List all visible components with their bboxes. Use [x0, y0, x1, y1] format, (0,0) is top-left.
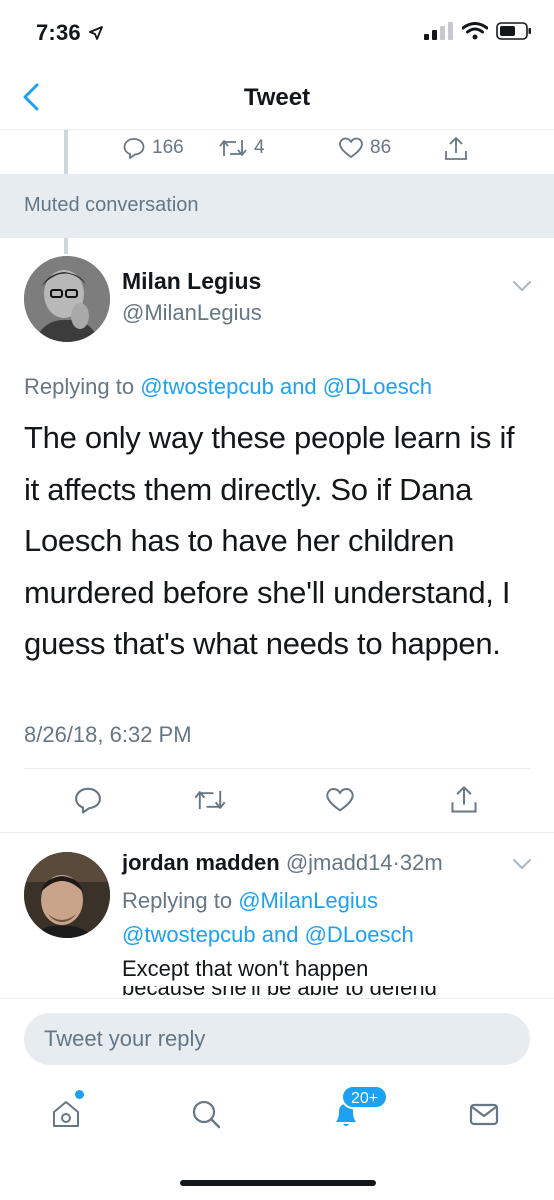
mention-link[interactable]: @twostepcub [140, 374, 274, 399]
divider [0, 832, 554, 833]
retweet-icon [194, 790, 226, 810]
status-bar: 7:36 [0, 0, 554, 64]
share-icon [451, 786, 477, 813]
reply-button[interactable] [70, 782, 106, 818]
wifi-icon [462, 22, 488, 40]
reply-icon [75, 787, 101, 814]
envelope-icon [469, 1103, 499, 1126]
author-name[interactable]: Milan Legius [122, 268, 261, 295]
mention-link[interactable]: @MilanLegius [238, 888, 378, 913]
mention-link[interactable]: @twostepcub [122, 922, 256, 947]
new-content-dot [75, 1090, 84, 1099]
tab-home[interactable] [44, 1092, 88, 1136]
thread-line-middle [64, 238, 68, 254]
search-icon [192, 1100, 221, 1129]
reply-author-avatar[interactable] [24, 852, 110, 938]
parent-tweet-actions: 166 4 86 [0, 130, 554, 174]
status-time: 7:36 [36, 20, 104, 46]
tweet-text: The only way these people learn is if it… [24, 420, 515, 661]
avatar-image [24, 852, 110, 938]
retweet-icon [219, 140, 247, 156]
heart-icon [326, 788, 354, 812]
avatar-image [24, 256, 110, 342]
chevron-down-icon[interactable] [510, 274, 534, 298]
retweet-button[interactable] [192, 782, 228, 818]
share-button[interactable] [446, 782, 482, 818]
home-icon [53, 1101, 79, 1127]
parent-reply-count[interactable]: 166 [122, 136, 184, 160]
notifications-badge: 20+ [341, 1085, 389, 1109]
author-avatar[interactable] [24, 256, 110, 342]
mention-link[interactable]: @DLoesch [305, 922, 414, 947]
navigation-bar: Tweet [0, 64, 554, 130]
reply-author-name[interactable]: jordan madden [122, 850, 280, 875]
reply-input[interactable] [24, 1013, 530, 1065]
reply-replying-to-line: Replying to @MilanLegius @twostepcub and… [122, 888, 414, 947]
parent-like-count[interactable]: 86 [338, 136, 391, 160]
page-title: Tweet [243, 84, 311, 111]
compose-area [0, 998, 554, 1070]
tweet-timestamp: 8/26/18, 6:32 PM [24, 722, 192, 747]
divider [24, 768, 530, 769]
cellular-signal-icon [424, 22, 453, 40]
reply-time: 32m [399, 850, 443, 875]
parent-share-button[interactable] [444, 136, 468, 162]
status-indicators [424, 22, 532, 40]
reply-text-overflow: because she'll be able to defend [122, 986, 437, 998]
tab-messages[interactable] [462, 1092, 506, 1136]
muted-conversation-label: Muted conversation [24, 194, 199, 216]
location-arrow-icon [89, 26, 104, 40]
share-icon [445, 137, 467, 160]
author-handle[interactable]: @MilanLegius [122, 300, 262, 326]
replying-to-line: Replying to @twostepcub and @DLoesch [24, 374, 432, 399]
reply-header: jordan madden @jmadd14·32m [122, 850, 443, 875]
muted-conversation-banner: Muted conversation [0, 174, 554, 238]
reply-text: Except that won't happen [122, 956, 369, 981]
reply-icon [123, 138, 145, 159]
mention-link[interactable]: @DLoesch [323, 374, 432, 399]
chevron-down-icon[interactable] [510, 852, 534, 876]
home-indicator [180, 1180, 376, 1186]
heart-icon [339, 137, 363, 158]
parent-retweet-count[interactable]: 4 [218, 136, 265, 160]
reply-author-handle[interactable]: @jmadd14 [286, 850, 393, 875]
battery-icon [496, 22, 531, 40]
tab-search[interactable] [184, 1092, 228, 1136]
like-button[interactable] [322, 782, 358, 818]
